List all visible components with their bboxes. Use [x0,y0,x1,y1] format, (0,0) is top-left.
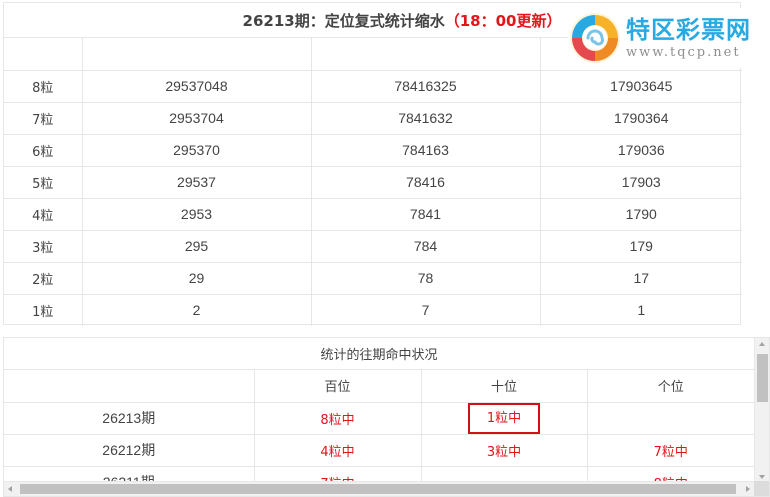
table-row: 8粒 29537048 78416325 17903645 [4,70,742,103]
table-cell [4,38,83,71]
table-cell [4,370,255,403]
title-main: 26213期：定位复式统计缩水 [242,11,445,30]
table-cell: 1 [637,302,646,319]
hit-cell: 8粒中 [254,402,422,435]
table-cell: 1790364 [540,102,742,135]
history-title: 统计的往期命中状况 [4,338,754,370]
count-table: 8粒 29537048 78416325 17903645 7粒 2953704… [4,38,742,326]
row-label: 2粒 [4,262,83,295]
title-update-time: （18：00更新） [444,11,562,30]
table-row: 7粒 2953704 7841632 1790364 [4,102,742,135]
table-cell: 295370 [82,134,312,167]
row-label: 1粒 [4,294,83,326]
table-cell: 29 [82,262,312,295]
table-row: 5粒 29537 78416 17903 [4,166,742,199]
row-label: 4粒 [4,198,83,231]
table-cell [311,38,541,71]
row-label: 8粒 [4,70,83,103]
logo-name: 特区彩票网 [626,15,751,44]
table-cell: 78 [311,262,541,295]
hit-cell: 4粒中 [254,434,422,467]
hit-cell [587,402,754,435]
history-panel: 统计的往期命中状况 百位 十位 个位 26213期 8粒中 1粒中 26212期… [3,337,770,497]
table-cell: 7841 [311,198,541,231]
period-label: 26213期 [4,402,255,435]
row-label: 6粒 [4,134,83,167]
table-cell [82,38,312,71]
scroll-down-icon[interactable] [759,475,765,479]
column-header-tens: 十位 [421,370,588,403]
table-row: 26213期 8粒中 1粒中 [4,402,754,435]
table-cell: 17 [540,262,742,295]
table-cell: 78416325 [311,70,541,103]
table-cell: 2953 [82,198,312,231]
table-cell: 295 [82,230,312,263]
table-cell: 7 [311,294,541,326]
site-logo[interactable]: 特区彩票网 www.tqcp.net [568,8,764,68]
scroll-left-icon[interactable] [8,486,12,492]
table-cell: 784 [311,230,541,263]
horizontal-scroll-thumb[interactable] [20,484,736,494]
logo-swirl-icon [568,11,622,65]
table-row: 3粒 295 784 179 [4,230,742,263]
table-cell: 2953704 [82,102,312,135]
table-cell: 29537 [82,166,312,199]
horizontal-scrollbar[interactable] [4,481,754,496]
vertical-scroll-thumb[interactable] [757,354,768,402]
logo-url: www.tqcp.net [626,44,741,60]
table-cell: 17903 [540,166,742,199]
table-row: 2粒 29 78 17 [4,262,742,295]
table-row: 6粒 295370 784163 179036 [4,134,742,167]
table-cell: 17903645 [540,70,742,103]
vertical-scrollbar[interactable] [754,338,769,483]
table-row: 4粒 2953 7841 1790 [4,198,742,231]
table-row: 26212期 4粒中 3粒中 7粒中 [4,434,754,467]
hit-cell-highlighted: 1粒中 [421,402,588,435]
table-cell: 7841632 [311,102,541,135]
history-header-row: 百位 十位 个位 [4,370,754,403]
period-label: 26212期 [4,434,255,467]
scroll-right-icon[interactable] [746,486,750,492]
column-header-units: 个位 [587,370,754,403]
hit-cell: 7粒中 [587,434,754,467]
table-cell: 1790 [540,198,742,231]
history-table: 百位 十位 个位 26213期 8粒中 1粒中 26212期 4粒中 3粒中 7… [4,370,754,483]
table-cell: 78416 [311,166,541,199]
row-label: 3粒 [4,230,83,263]
row-label: 5粒 [4,166,83,199]
column-header-hundreds: 百位 [254,370,422,403]
table-cell: 2 [82,294,312,326]
table-cell: 179036 [540,134,742,167]
history-scroll-area[interactable]: 统计的往期命中状况 百位 十位 个位 26213期 8粒中 1粒中 26212期… [4,338,754,483]
table-cell: 784163 [311,134,541,167]
scrollbar-corner [754,481,769,496]
table-row: 1粒 2 7 1 [4,294,742,326]
row-label: 7粒 [4,102,83,135]
hit-cell: 3粒中 [421,434,588,467]
scroll-up-icon[interactable] [759,342,765,346]
highlight-box: 1粒中 [467,402,541,434]
table-cell: 29537048 [82,70,312,103]
table-cell: 179 [540,230,742,263]
